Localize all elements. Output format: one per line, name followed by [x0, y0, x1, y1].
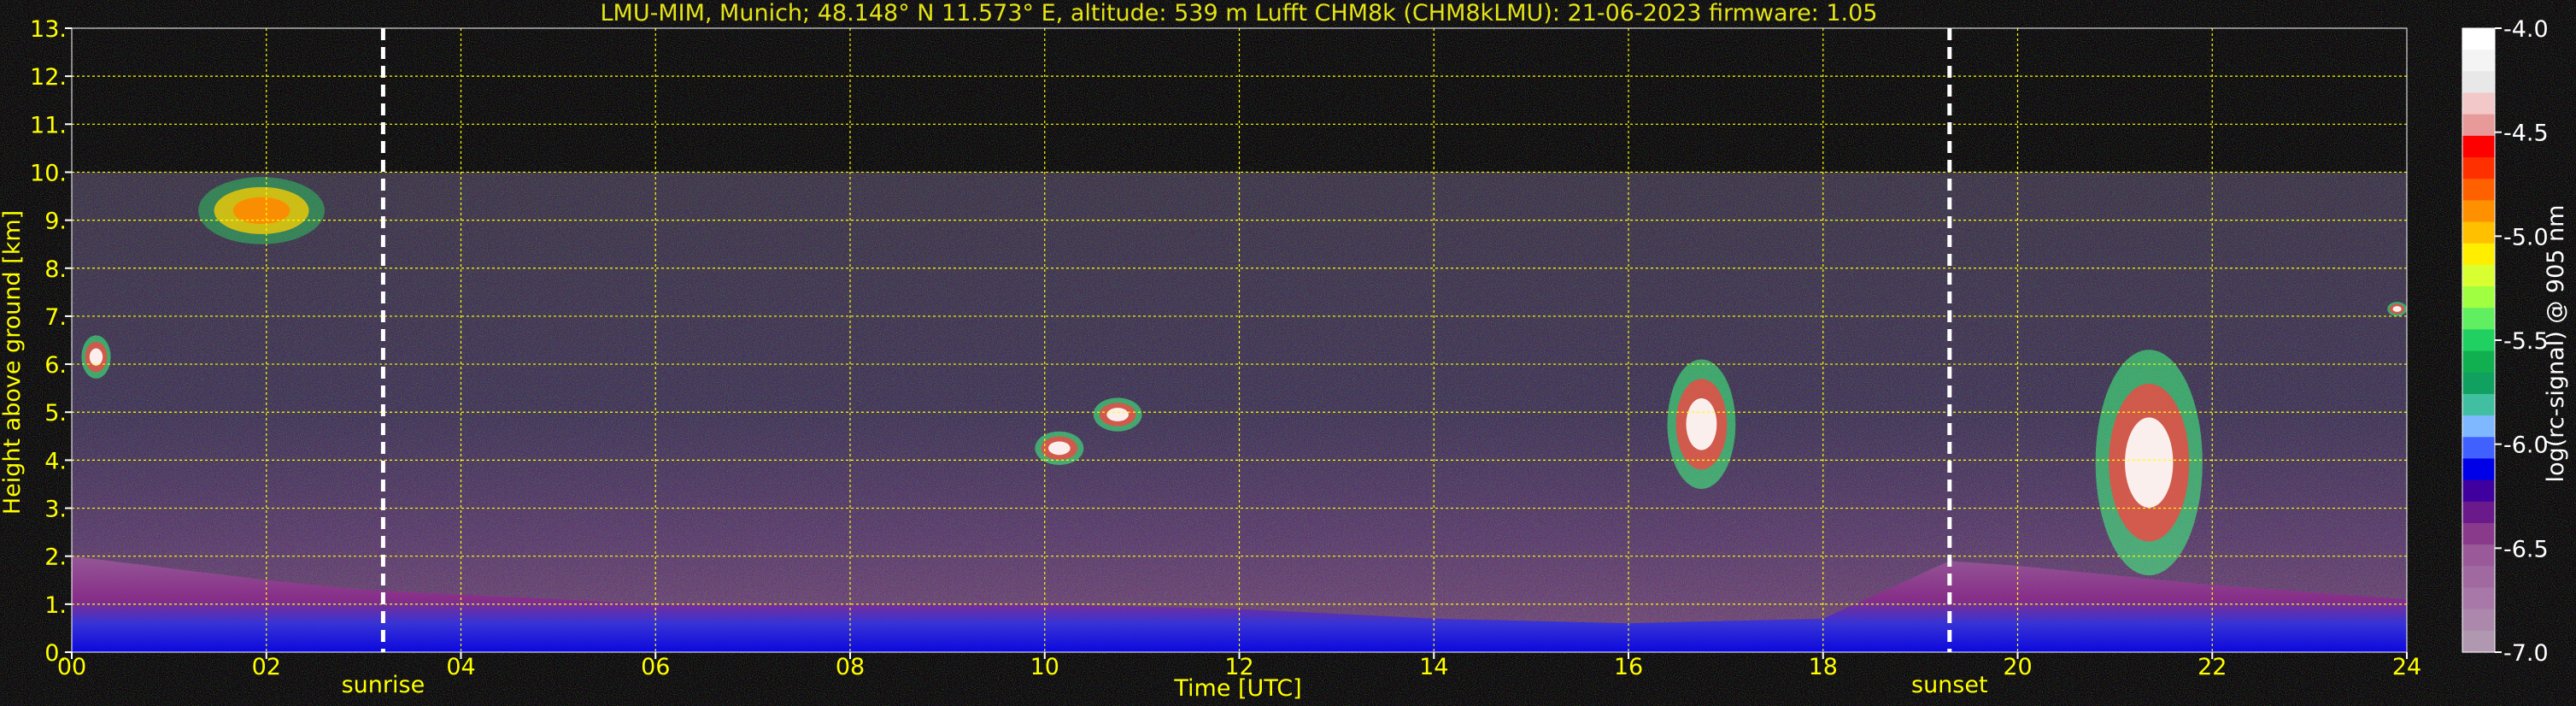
x-tick-label: 00: [57, 654, 86, 680]
x-tick-label: 08: [836, 654, 865, 680]
colorbar-segment: [2462, 92, 2495, 115]
y-tick-label: 11.: [30, 112, 67, 138]
y-axis-ticks: 0.1.2.3.4.5.6.7.8.9.10.11.12.13.: [30, 16, 72, 667]
chart-title: LMU-MIM, Munich; 48.148° N 11.573° E, al…: [601, 0, 1878, 26]
x-tick-label: 24: [2392, 654, 2421, 680]
colorbar-segment: [2462, 437, 2495, 460]
y-tick-label: 6.: [44, 352, 67, 379]
x-tick-label: 04: [446, 654, 475, 680]
y-tick-label: 5.: [44, 400, 67, 427]
colorbar-segment: [2462, 179, 2495, 201]
y-tick-label: 7.: [44, 304, 67, 331]
colorbar-segment: [2462, 50, 2495, 72]
x-tick-label: 22: [2198, 654, 2227, 680]
x-tick-label: 18: [1809, 654, 1838, 680]
colorbar-segment: [2462, 28, 2495, 50]
colorbar-segment: [2462, 329, 2495, 352]
colorbar-tick-label: -4.5: [2503, 121, 2549, 147]
y-tick-label: 13.: [30, 16, 67, 43]
colorbar-segment: [2462, 308, 2495, 331]
y-tick-label: 10.: [30, 160, 67, 186]
colorbar-tick-label: -5.5: [2503, 328, 2549, 355]
cloud-core: [1048, 441, 1071, 456]
x-tick-label: 02: [252, 654, 281, 680]
cloud-core: [2125, 417, 2174, 508]
x-tick-label: 20: [2003, 654, 2032, 680]
colorbar-segment: [2462, 71, 2495, 94]
colorbar-segment: [2462, 479, 2495, 503]
cloud-core: [89, 348, 103, 366]
x-tick-label: 10: [1030, 654, 1059, 680]
colorbar-tick-label: -6.5: [2503, 536, 2549, 562]
colorbar-segment: [2462, 544, 2495, 567]
y-tick-label: 12.: [30, 64, 67, 91]
colorbar-segment: [2462, 221, 2495, 244]
colorbar-segment: [2462, 114, 2495, 137]
colorbar-tick-label: -7.0: [2503, 640, 2549, 667]
y-tick-label: 9.: [44, 209, 67, 235]
y-tick-label: 4.: [44, 448, 67, 474]
cloud-core: [2392, 306, 2402, 312]
colorbar-segment: [2462, 566, 2495, 589]
sunset-label: sunset: [1911, 672, 1988, 698]
colorbar-tick-label: -4.0: [2503, 16, 2549, 43]
colorbar-label: log(rc-signal) @ 905 nm: [2543, 205, 2569, 483]
plot-area: sunrise sunset: [71, 27, 2408, 698]
x-tick-label: 14: [1419, 654, 1448, 680]
cloud-core: [1686, 397, 1717, 450]
chart: LMU-MIM, Munich; 48.148° N 11.573° E, al…: [0, 0, 2569, 702]
sunrise-label: sunrise: [342, 672, 425, 698]
y-tick-label: 1.: [44, 592, 67, 619]
y-tick-label: 3.: [44, 497, 67, 523]
colorbar-segment: [2462, 587, 2495, 610]
colorbar-segment: [2462, 157, 2495, 179]
x-tick-label: 16: [1614, 654, 1643, 680]
y-axis-label: Height above ground [km]: [0, 210, 26, 515]
colorbar-segment: [2462, 200, 2495, 223]
colorbar-segment: [2462, 522, 2495, 545]
colorbar: -4.0 -4.5 -5.0 -5.5 -6.0 -6.5 -7.0: [2462, 16, 2549, 667]
colorbar-segment: [2462, 372, 2495, 395]
colorbar-segment: [2462, 630, 2495, 653]
colorbar-segment: [2462, 286, 2495, 309]
colorbar-segment: [2462, 501, 2495, 524]
cloud-core: [1106, 408, 1129, 421]
y-tick-label: 2.: [44, 544, 67, 571]
colorbar-segment: [2462, 458, 2495, 481]
x-axis-label: Time [UTC]: [1173, 675, 1301, 702]
colorbar-tick-label: -5.0: [2503, 224, 2549, 250]
x-tick-label: 06: [641, 654, 670, 680]
colorbar-tick-label: -6.0: [2503, 432, 2549, 459]
colorbar-segment: [2462, 135, 2495, 158]
y-tick-label: 8.: [44, 256, 67, 283]
colorbar-segment: [2462, 243, 2495, 266]
colorbar-segment: [2462, 609, 2495, 632]
colorbar-segment: [2462, 415, 2495, 438]
colorbar-segment: [2462, 350, 2495, 374]
colorbar-segment: [2462, 264, 2495, 287]
colorbar-segment: [2462, 393, 2495, 416]
